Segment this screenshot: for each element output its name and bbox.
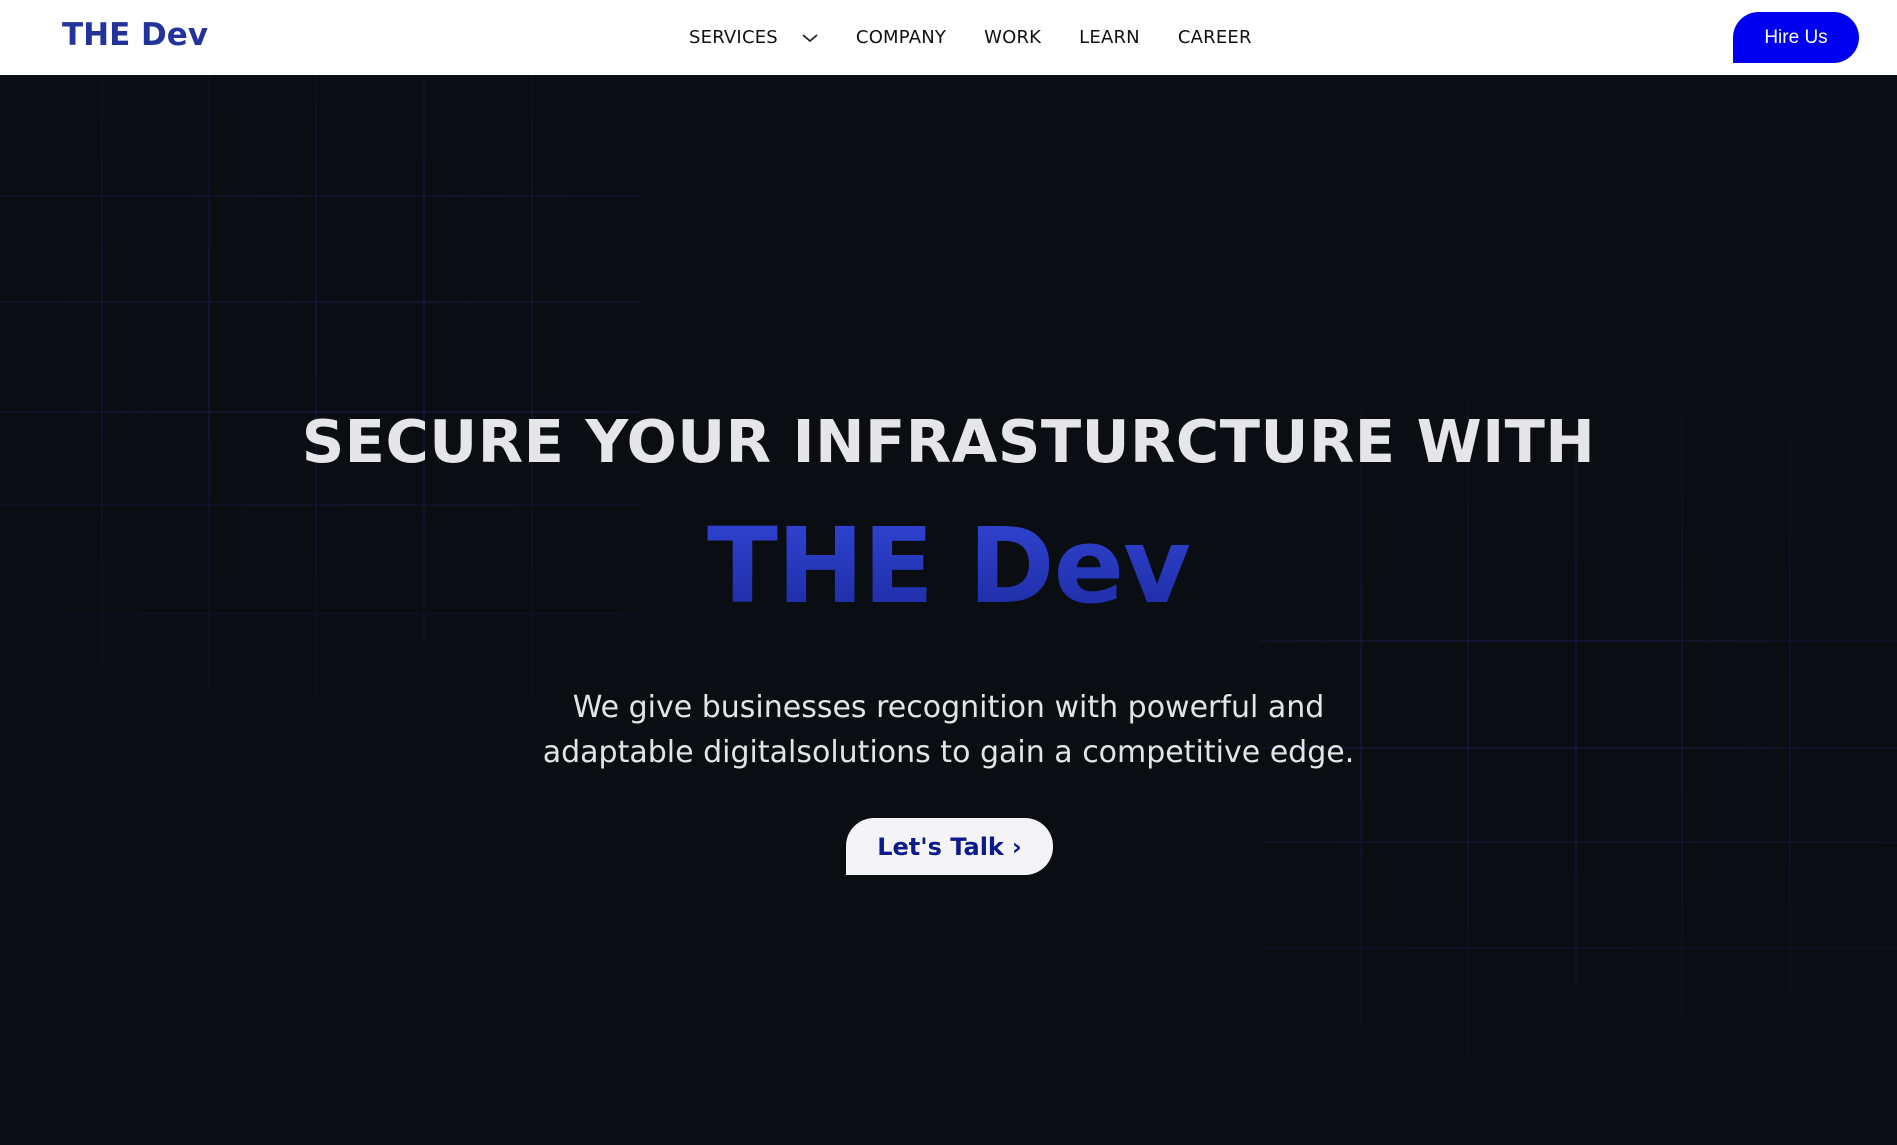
hero-subtitle: We give businesses recognition with powe…: [0, 685, 1897, 775]
nav-item-services[interactable]: SERVICES: [689, 27, 820, 48]
main-nav: SERVICES COMPANY WORK LEARN CAREER: [689, 0, 1290, 75]
nav-item-learn[interactable]: LEARN: [1079, 27, 1140, 48]
chevron-down-icon[interactable]: [800, 28, 820, 48]
lets-talk-label: Let's Talk: [877, 832, 1004, 861]
hero-section: SECURE YOUR INFRASTURCTURE WITH THE Dev …: [0, 75, 1897, 1145]
hero-headline: SECURE YOUR INFRASTURCTURE WITH: [301, 407, 1596, 476]
lets-talk-button[interactable]: Let's Talk ›: [846, 818, 1053, 875]
top-navbar: THE Dev SERVICES COMPANY WORK LEARN CARE…: [0, 0, 1897, 75]
hero-subtitle-line-1: We give businesses recognition with powe…: [572, 690, 1325, 725]
nav-item-company[interactable]: COMPANY: [856, 27, 946, 48]
hero-subtitle-line-2: adaptable digitalsolutions to gain a com…: [542, 735, 1355, 770]
nav-item-career[interactable]: CAREER: [1178, 27, 1252, 48]
hire-us-button[interactable]: Hire Us: [1733, 12, 1859, 63]
nav-item-work[interactable]: WORK: [984, 27, 1041, 48]
chevron-right-icon: ›: [1011, 832, 1022, 861]
nav-item-services-label: SERVICES: [689, 27, 778, 48]
site-logo[interactable]: THE Dev: [62, 17, 208, 53]
hero-brand-title: THE Dev: [0, 505, 1897, 627]
